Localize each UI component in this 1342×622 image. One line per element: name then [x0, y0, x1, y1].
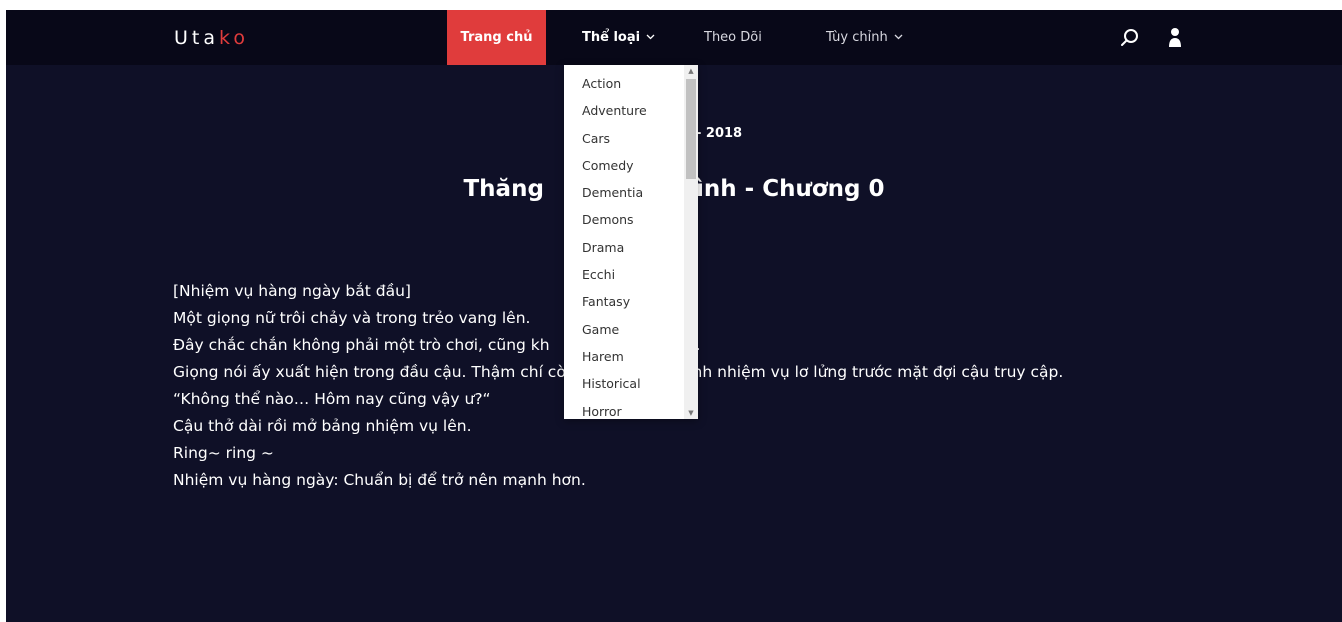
nav-custom[interactable]: Tùy chỉnh [826, 10, 903, 65]
paragraph: Ring~ ring ~ [173, 444, 274, 462]
genre-item-game[interactable]: Game [564, 319, 698, 346]
scroll-down-arrow-icon[interactable]: ▼ [684, 407, 698, 419]
logo-accent: ko [219, 27, 249, 49]
page-frame: Utako Trang chủ Thể loại Theo Dõi Tùy ch… [6, 10, 1342, 622]
genre-item-action[interactable]: Action [564, 73, 698, 100]
search-icon[interactable] [1120, 28, 1140, 48]
genre-item-dementia[interactable]: Dementia [564, 182, 698, 209]
genre-dropdown: Action Adventure Cars Comedy Dementia De… [564, 65, 698, 419]
user-icon[interactable] [1168, 26, 1182, 48]
genre-item-fantasy[interactable]: Fantasy [564, 291, 698, 318]
genre-item-cars[interactable]: Cars [564, 128, 698, 155]
nav-follow[interactable]: Theo Dõi [704, 10, 762, 65]
nav-home[interactable]: Trang chủ [447, 10, 546, 65]
genre-item-adventure[interactable]: Adventure [564, 100, 698, 127]
dropdown-scrollbar[interactable]: ▲ ▼ [684, 65, 698, 419]
nav-follow-label: Theo Dõi [704, 30, 762, 45]
genre-list: Action Adventure Cars Comedy Dementia De… [564, 65, 698, 419]
genre-item-harem[interactable]: Harem [564, 346, 698, 373]
nav-genre[interactable]: Thể loại [582, 10, 655, 65]
genre-item-horror[interactable]: Horror [564, 401, 698, 419]
site-logo[interactable]: Utako [174, 27, 249, 49]
nav-custom-label: Tùy chỉnh [826, 30, 888, 45]
chevron-down-icon [646, 33, 655, 43]
scrollbar-thumb[interactable] [686, 79, 696, 179]
chapter-date: - 2018 [696, 126, 743, 141]
nav-genre-label: Thể loại [582, 30, 641, 45]
genre-item-ecchi[interactable]: Ecchi [564, 264, 698, 291]
genre-item-historical[interactable]: Historical [564, 373, 698, 400]
genre-item-drama[interactable]: Drama [564, 237, 698, 264]
nav-home-label: Trang chủ [460, 30, 533, 45]
scroll-up-arrow-icon[interactable]: ▲ [684, 65, 698, 77]
genre-item-comedy[interactable]: Comedy [564, 155, 698, 182]
paragraph: Nhiệm vụ hàng ngày: Chuẩn bị để trở nên … [173, 471, 586, 489]
chevron-down-icon [894, 33, 903, 43]
logo-main: Uta [174, 27, 219, 49]
site-header: Utako Trang chủ Thể loại Theo Dõi Tùy ch… [6, 10, 1342, 65]
genre-item-demons[interactable]: Demons [564, 209, 698, 236]
